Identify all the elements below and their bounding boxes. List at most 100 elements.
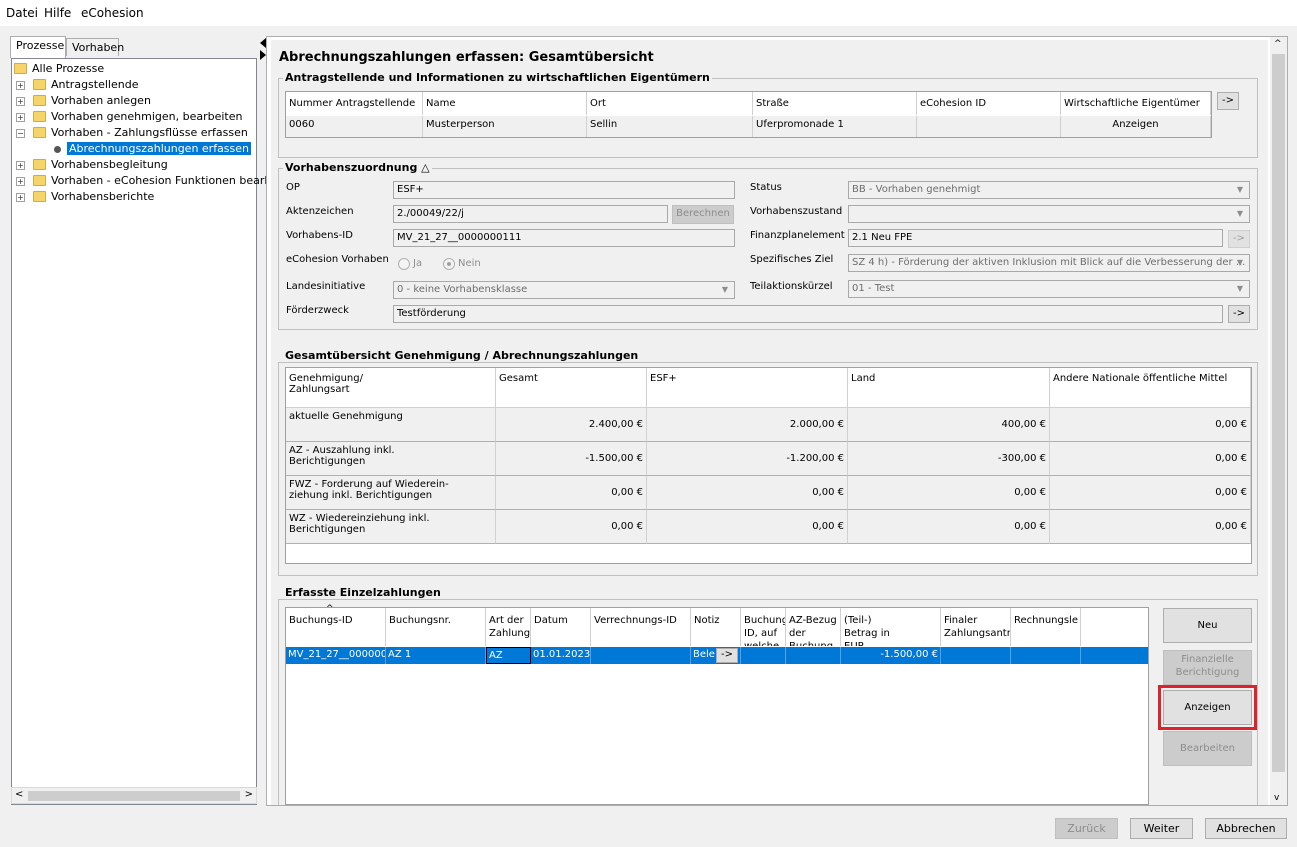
foerderzweck-field[interactable]: Testförderung (393, 305, 1223, 323)
folder-icon (33, 127, 46, 138)
finanzplanelement-arrow-button[interactable]: -> (1228, 230, 1250, 248)
triangle-up-icon[interactable]: △ (421, 161, 429, 174)
op-field[interactable]: ESF+ (393, 181, 735, 199)
foerderzweck-arrow-button[interactable]: -> (1228, 305, 1250, 323)
spezifisches-ziel-select[interactable]: SZ 4 h) - Förderung der aktiven Inklusio… (848, 254, 1250, 272)
col-header[interactable]: Buchungs-ID, auf welche die Bu (741, 608, 786, 646)
next-button[interactable]: Weiter (1130, 818, 1193, 839)
highlight-box (1158, 685, 1257, 730)
owners-show-link[interactable]: Anzeigen (1061, 116, 1211, 137)
col-header[interactable]: Verrechnungs-ID (591, 608, 691, 646)
row-cell[interactable] (591, 647, 691, 664)
folder-icon (33, 95, 46, 106)
status-select[interactable]: BB - Vorhaben genehmigt ▼ (848, 181, 1250, 199)
tree-horizontal-scrollbar[interactable]: < > (11, 787, 257, 804)
col-header[interactable]: Nummer Antragstellende (286, 92, 423, 115)
expand-icon[interactable]: + (16, 81, 25, 90)
radio-ja[interactable] (398, 258, 410, 270)
aktenzeichen-field[interactable]: 2./00049/22/j (393, 205, 668, 223)
col-header[interactable]: Buchungsnr. (386, 608, 486, 646)
col-header[interactable]: Land (848, 368, 1050, 408)
sort-ascending-icon: ^ (326, 604, 334, 614)
col-header[interactable]: Name (423, 92, 587, 115)
teilaktionskuerzel-label: Teilaktionskürzel (750, 281, 833, 292)
note-arrow-button[interactable]: -> (716, 648, 738, 663)
expand-icon[interactable]: + (16, 97, 25, 106)
value-cell: 0,00 € (848, 476, 1050, 510)
teilaktionskuerzel-select[interactable]: 01 - Test ▼ (848, 280, 1250, 298)
tab-vorhaben[interactable]: Vorhaben (66, 38, 124, 56)
folder-icon (14, 63, 27, 74)
applicant-street[interactable]: Uferpromonade 1 (753, 116, 917, 137)
folder-icon (33, 159, 46, 170)
collapse-icon[interactable]: − (16, 129, 25, 138)
expand-icon[interactable]: + (16, 177, 25, 186)
expand-icon[interactable]: + (16, 161, 25, 170)
finanzplanelement-field[interactable]: 2.1 Neu FPE (848, 229, 1223, 247)
col-header[interactable]: AZ-Bezug der Buchung (786, 608, 841, 646)
col-header[interactable]: Gesamt (496, 368, 647, 408)
row-cell[interactable] (941, 647, 1011, 664)
scroll-left-icon[interactable]: < (15, 789, 23, 800)
new-button[interactable]: Neu (1163, 608, 1252, 643)
berechnen-button[interactable]: Berechnen (672, 205, 734, 224)
edit-button[interactable]: Bearbeiten (1163, 731, 1252, 766)
vorhabenszustand-select[interactable]: ▼ (848, 205, 1250, 223)
row-cell[interactable]: MV_21_27__000000 (286, 647, 386, 664)
applicant-name[interactable]: Musterperson (423, 116, 587, 137)
row-cell[interactable]: -1.500,00 € (841, 647, 941, 664)
row-cell[interactable]: AZ (486, 647, 531, 664)
value-cell: 0,00 € (1050, 476, 1251, 510)
cancel-button[interactable]: Abbrechen (1205, 818, 1287, 839)
financial-correction-button[interactable]: Finanzielle Berichtigung (1163, 650, 1252, 685)
landesinitiative-select[interactable]: 0 - keine Vorhabensklasse ▼ (393, 281, 735, 299)
row-cell[interactable]: AZ 1 (386, 647, 486, 664)
col-header[interactable]: Datum (531, 608, 591, 646)
expand-icon[interactable]: + (16, 193, 25, 202)
col-header[interactable]: eCohesion ID (917, 92, 1061, 115)
col-header[interactable]: Ort (587, 92, 753, 115)
col-header[interactable]: Buchungs-ID (286, 608, 386, 646)
col-header[interactable]: Rechnungsle (1011, 608, 1081, 646)
scroll-thumb[interactable] (28, 791, 240, 801)
scroll-up-icon[interactable]: ^ (1274, 39, 1282, 49)
menu-ecohesion[interactable]: eCohesion (81, 6, 144, 20)
vorhabens-id-field[interactable]: MV_21_27__0000000111 (393, 229, 735, 247)
row-cell[interactable] (1011, 647, 1081, 664)
back-button[interactable]: Zurück (1055, 818, 1118, 839)
applicant-ecohesion-id[interactable] (917, 116, 1061, 137)
tab-prozesse[interactable]: Prozesse (10, 36, 66, 58)
col-header[interactable]: Genehmigung/ Zahlungsart (286, 368, 496, 408)
menu-help[interactable]: Hilfe (44, 6, 71, 20)
col-header[interactable]: Wirtschaftliche Eigentümer (1061, 92, 1211, 115)
col-header[interactable]: ESF+ (647, 368, 848, 408)
op-label: OP (286, 182, 300, 193)
chevron-down-icon: ▼ (1236, 209, 1244, 218)
radio-nein[interactable] (443, 258, 455, 270)
value-cell: -1.200,00 € (647, 442, 848, 476)
finanzplanelement-label: Finanzplanelement (750, 230, 845, 241)
col-header[interactable]: (Teil-) Betrag in EUR (841, 608, 941, 646)
row-cell[interactable] (741, 647, 786, 664)
applicant-city[interactable]: Sellin (587, 116, 753, 137)
col-header[interactable]: Finaler Zahlungsantr (941, 608, 1011, 646)
row-label: aktuelle Genehmigung (286, 408, 496, 442)
scroll-down-icon[interactable]: v (1274, 793, 1279, 803)
table-row[interactable]: MV_21_27__000000 AZ 1 AZ 01.01.2023 Bele -1.5… (286, 647, 1148, 664)
value-cell: 2.400,00 € (496, 408, 647, 442)
scroll-right-icon[interactable]: > (245, 789, 253, 800)
row-cell[interactable] (786, 647, 841, 664)
applicants-arrow-button[interactable]: -> (1217, 92, 1239, 110)
col-header[interactable]: Straße (753, 92, 917, 115)
col-header[interactable]: Notiz (691, 608, 741, 646)
col-header[interactable]: Andere Nationale öffentliche Mittel (1050, 368, 1251, 408)
menu-file[interactable]: Datei (6, 6, 38, 20)
col-header[interactable]: Art der Zahlung (486, 608, 531, 646)
page-title: Abrechnungszahlungen erfassen: Gesamtübe… (279, 50, 654, 65)
expand-icon[interactable]: + (16, 113, 25, 122)
applicant-number[interactable]: 0060 (286, 116, 423, 137)
spezifisches-ziel-label: Spezifisches Ziel (750, 254, 834, 265)
row-cell[interactable]: 01.01.2023 (531, 647, 591, 664)
scroll-thumb[interactable] (1272, 54, 1285, 772)
row-label: AZ - Auszahlung inkl. Berichtigungen (286, 442, 496, 476)
